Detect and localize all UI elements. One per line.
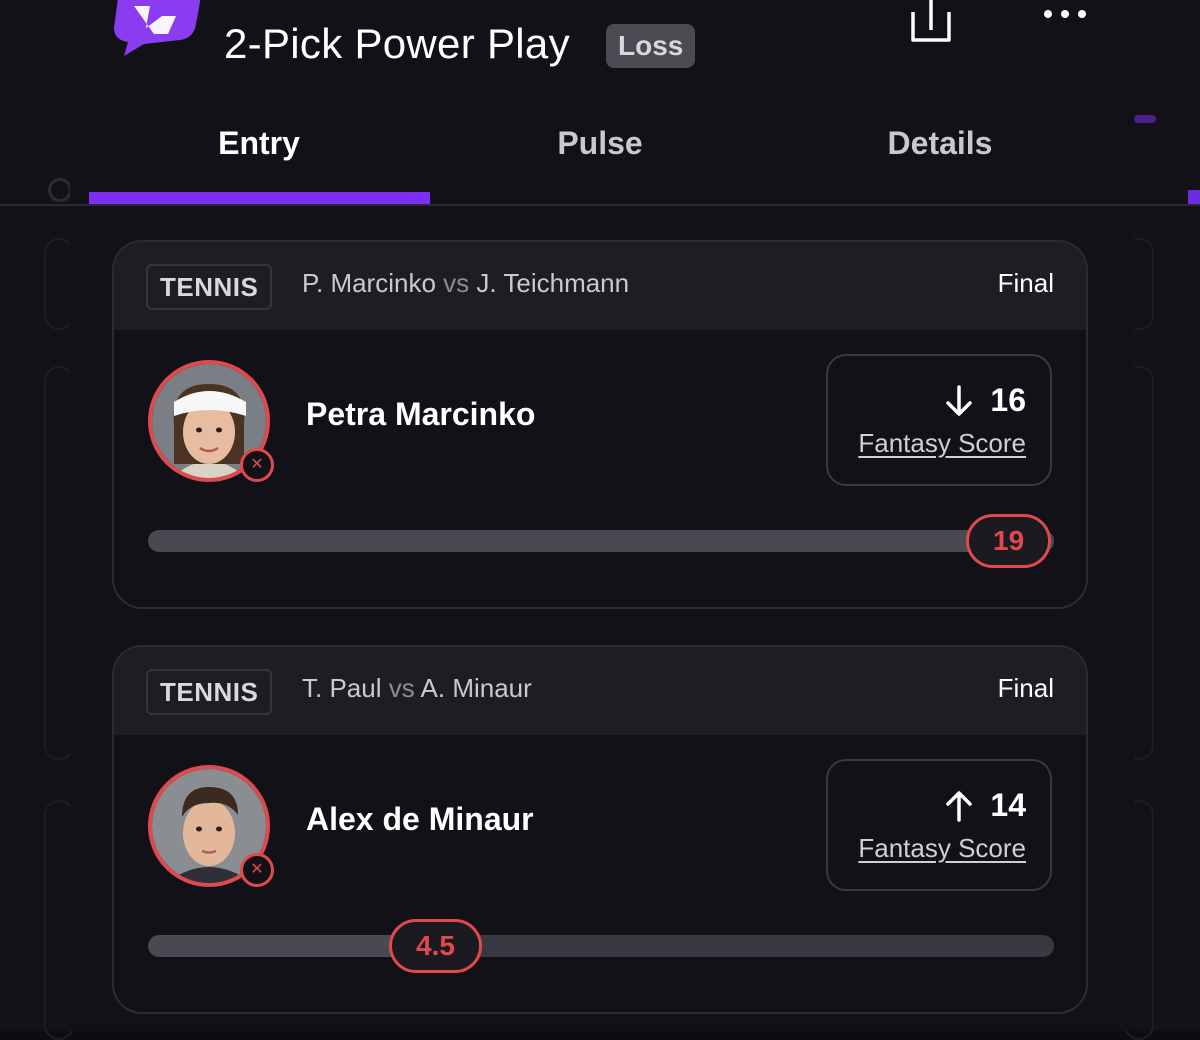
line-value-pill: 19 [966, 514, 1052, 568]
sport-badge: TENNIS [146, 669, 273, 715]
more-icon[interactable] [1040, 4, 1090, 24]
entry-sheet: 2-Pick Power Play Loss Entry Pulse Detai… [70, 0, 1134, 1031]
result-badge: Loss [606, 24, 696, 68]
background-divider [1134, 204, 1200, 206]
actual-score: 14 [990, 787, 1026, 823]
team-b: J. Teichmann [476, 268, 630, 298]
pick-card-header: TENNIS P. Marcinko vs J. Teichmann Final [114, 242, 1086, 330]
actual-score: 16 [990, 382, 1026, 418]
close-icon: ✕ [240, 853, 274, 887]
background-page-right [1124, 0, 1200, 1040]
matchup: P. Marcinko vs J. Teichmann [302, 268, 629, 299]
background-divider [0, 204, 70, 206]
background-icon [48, 178, 72, 202]
team-a: P. Marcinko [302, 268, 436, 298]
vs-label: vs [388, 673, 415, 703]
stat-label[interactable]: Fantasy Score [858, 428, 1026, 459]
pick-card[interactable]: TENNIS T. Paul vs A. Minaur Final ✕ Alex… [112, 645, 1088, 1014]
line-value-pill: 4.5 [389, 919, 482, 973]
progress-fill [148, 530, 1054, 552]
background-page-left [0, 0, 74, 1040]
pick-card[interactable]: TENNIS P. Marcinko vs J. Teichmann Final… [112, 240, 1088, 609]
stat-label[interactable]: Fantasy Score [858, 833, 1026, 864]
close-icon: ✕ [240, 448, 274, 482]
player-name: Petra Marcinko [306, 396, 536, 432]
pick-card-header: TENNIS T. Paul vs A. Minaur Final [114, 647, 1086, 735]
game-status: Final [997, 268, 1054, 298]
vs-label: vs [443, 268, 470, 298]
progress-track [148, 530, 1054, 552]
progress-fill [148, 935, 420, 957]
arrow-up-icon [946, 790, 973, 822]
matchup: T. Paul vs A. Minaur [302, 673, 532, 704]
tab-bar: Entry Pulse Details [70, 110, 1134, 206]
team-b: A. Minaur [420, 673, 532, 703]
fantasy-score-box[interactable]: 14 Fantasy Score [826, 759, 1052, 891]
progress-track [148, 935, 1054, 957]
arrow-down-icon [946, 384, 973, 416]
page-title: 2-Pick Power Play [224, 20, 570, 67]
sport-badge: TENNIS [146, 264, 273, 310]
player-name: Alex de Minaur [306, 801, 534, 837]
game-status: Final [997, 673, 1054, 703]
tab-divider [70, 204, 1134, 206]
share-icon[interactable] [906, 0, 956, 44]
team-a: T. Paul [302, 673, 382, 703]
tab-pulse[interactable]: Pulse [430, 110, 770, 206]
entry-header: 2-Pick Power Play Loss [70, 0, 1134, 110]
brand-logo-icon [114, 0, 201, 56]
background-accent [1134, 115, 1156, 123]
active-tab-indicator [89, 192, 430, 204]
fantasy-score-box[interactable]: 16 Fantasy Score [826, 354, 1052, 486]
tab-details[interactable]: Details [770, 110, 1110, 206]
